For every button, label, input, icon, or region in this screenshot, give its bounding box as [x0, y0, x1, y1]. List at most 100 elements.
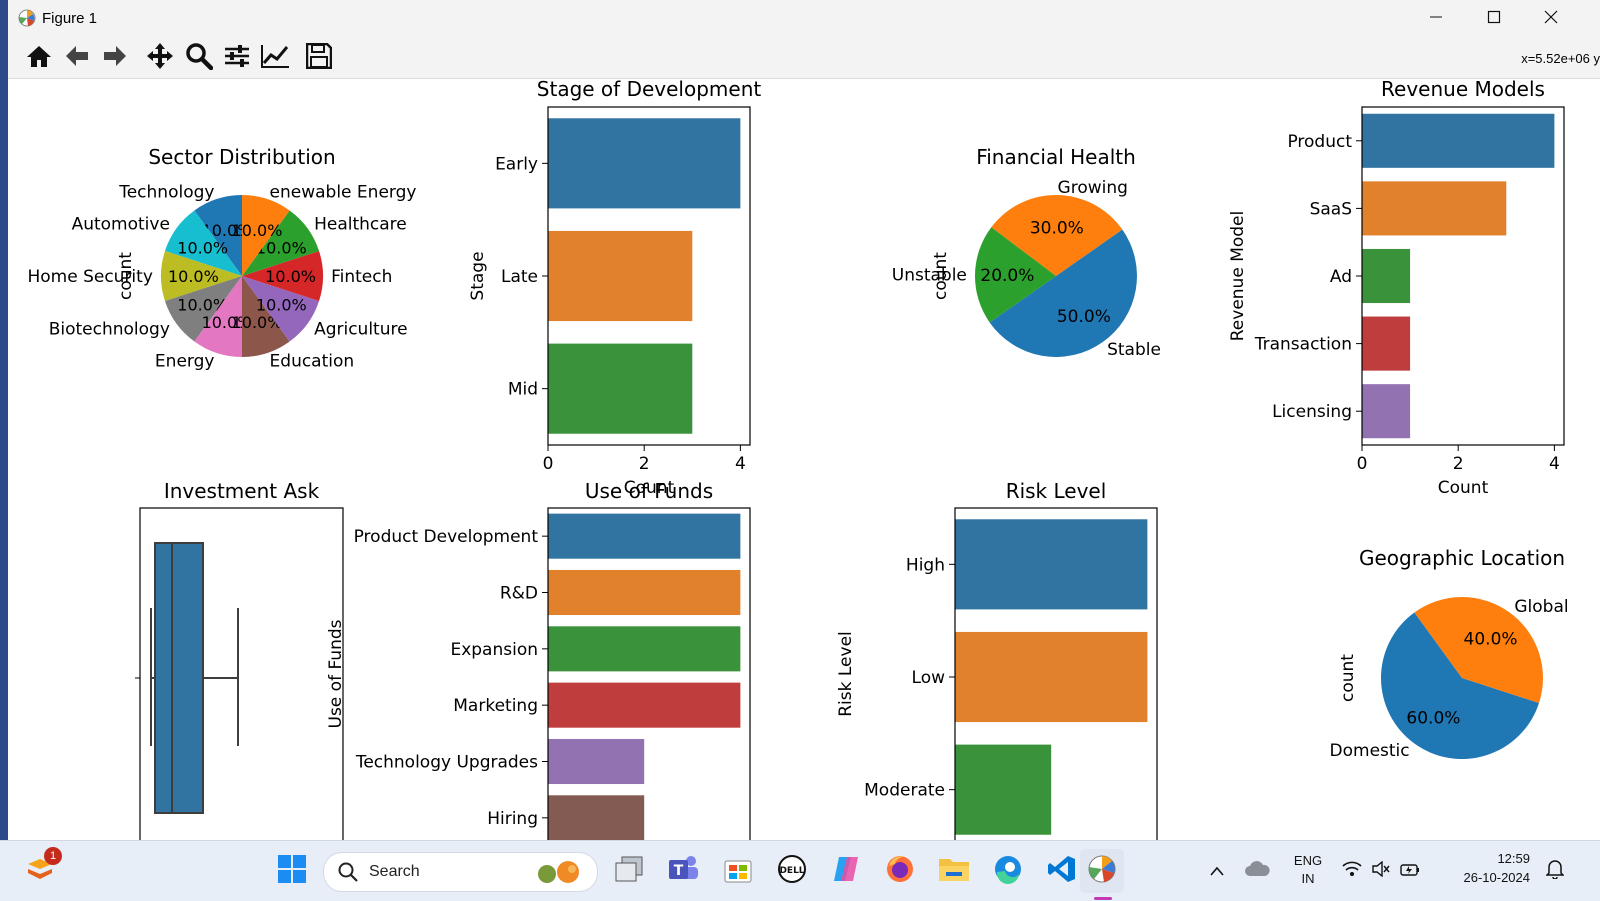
taskbar-search[interactable]: Search [323, 852, 598, 892]
chart-title: Geographic Location [1359, 546, 1565, 570]
forward-icon [102, 44, 128, 72]
chart-title: Risk Level [1006, 479, 1107, 503]
figure-window: Figure 1 x=5.52e+06 y 10.0% Technology 1… [8, 0, 1600, 840]
pie-category-label: Agriculture [314, 319, 408, 339]
y-tick-label: Product Development [354, 527, 539, 547]
pie-category-label: Domestic [1330, 741, 1410, 761]
region-code: IN [1301, 871, 1315, 886]
figure-canvas[interactable]: 10.0%Technology10.0%Automotive10.0%Home … [8, 78, 1600, 840]
language-code: ENG [1293, 853, 1323, 868]
bar [1362, 248, 1411, 304]
save-button[interactable] [303, 42, 335, 73]
y-tick-label: Early [495, 154, 538, 174]
bar [1362, 384, 1411, 439]
notification-badge: 1 [44, 847, 62, 865]
bar [955, 519, 1148, 610]
y-axis-label: Revenue Model [1228, 211, 1248, 341]
close-button[interactable] [1523, 0, 1579, 37]
wifi-icon [1342, 861, 1362, 881]
chart-title: Sector Distribution [148, 145, 335, 169]
pie-category-label: Healthcare [314, 215, 407, 235]
back-icon [64, 44, 90, 72]
copilot-button[interactable] [826, 851, 866, 891]
y-axis-label: Use of Funds [326, 619, 346, 728]
edge-button[interactable] [988, 851, 1028, 891]
y-tick-label: R&D [500, 584, 538, 604]
y-tick-label: Transaction [1254, 335, 1352, 355]
y-axis-label: Risk Level [836, 631, 856, 717]
forward-button[interactable] [99, 43, 131, 73]
edit-axis-button[interactable] [259, 43, 291, 73]
pie-percent-label: 60.0% [1406, 708, 1460, 728]
bar [548, 738, 645, 785]
y-tick-label: Product [1287, 132, 1352, 152]
matplotlib-icon [18, 9, 36, 31]
x-tick-label: 2 [639, 454, 650, 474]
widgets-button[interactable]: 1 [20, 847, 62, 891]
quick-settings-button[interactable] [1336, 851, 1426, 891]
show-hidden-icons-button[interactable] [1202, 851, 1232, 891]
pie-category-label: Global [1514, 597, 1568, 617]
box [154, 542, 204, 814]
vscode-button[interactable] [1042, 851, 1082, 891]
search-label: Search [369, 863, 420, 880]
y-tick-label: Late [501, 267, 538, 287]
onedrive-button[interactable] [1242, 851, 1272, 891]
matplotlib-taskbar-button[interactable] [1080, 849, 1124, 893]
y-axis-label: Stage [468, 251, 488, 300]
start-button[interactable] [272, 851, 312, 891]
home-button[interactable] [23, 43, 55, 73]
firefox-button[interactable] [880, 851, 920, 891]
bar [955, 744, 1052, 835]
pan-button[interactable] [144, 43, 176, 73]
configure-subplots-button[interactable] [221, 43, 253, 73]
clock-time: 12:59 [1497, 851, 1530, 866]
file-explorer-icon [938, 855, 970, 887]
pie-category-label: Growing [1058, 178, 1128, 198]
pie-percent-label: 40.0% [1464, 630, 1518, 650]
pie-percent-label: 10.0% [232, 221, 283, 240]
pie-percent-label: 10.0% [256, 296, 307, 315]
bar [1362, 316, 1411, 371]
teams-button[interactable]: T [663, 851, 703, 891]
notifications-button[interactable] [1540, 851, 1570, 891]
notification-bell-icon [1545, 859, 1565, 883]
language-indicator[interactable]: ENG IN [1288, 853, 1328, 886]
fruit-icon [532, 859, 588, 889]
bar [548, 513, 741, 559]
x-axis-label: Count [1438, 478, 1489, 498]
clock[interactable]: 12:59 26-10-2024 [1440, 851, 1531, 885]
back-button[interactable] [61, 43, 93, 73]
maximize-icon [1487, 9, 1501, 28]
x-tick-label: 0 [543, 454, 554, 474]
minimize-icon [1429, 9, 1443, 28]
search-icon [338, 862, 358, 886]
file-explorer-button[interactable] [934, 851, 974, 891]
firefox-icon [885, 854, 915, 888]
task-view-button[interactable] [609, 851, 649, 891]
copilot-icon [831, 854, 861, 888]
pie-percent-label: 30.0% [1030, 218, 1084, 238]
bar [1362, 113, 1555, 168]
x-tick-label: 0 [1357, 454, 1368, 474]
x-tick-label: 4 [1549, 454, 1560, 474]
title-bar[interactable]: Figure 1 [8, 0, 1600, 37]
y-tick-label: Marketing [453, 696, 538, 716]
zoom-button[interactable] [183, 43, 215, 73]
window-title: Figure 1 [42, 10, 98, 27]
y-axis-label: count [931, 252, 951, 300]
minimize-button[interactable] [1408, 0, 1464, 37]
chart-title: Investment Ask [164, 479, 320, 503]
pie-percent-label: 50.0% [1057, 307, 1111, 327]
maximize-button[interactable] [1466, 0, 1522, 37]
edit-axis-icon [260, 43, 290, 73]
y-tick-label: Licensing [1272, 402, 1352, 422]
pan-icon [146, 42, 174, 74]
chart-title: Stage of Development [537, 78, 762, 101]
dell-button[interactable]: DELL [772, 851, 812, 891]
store-button[interactable] [718, 851, 758, 891]
teams-icon: T [667, 854, 699, 888]
bar [548, 626, 741, 672]
pie-category-label: Stable [1107, 340, 1161, 360]
dell-icon: DELL [777, 854, 807, 888]
